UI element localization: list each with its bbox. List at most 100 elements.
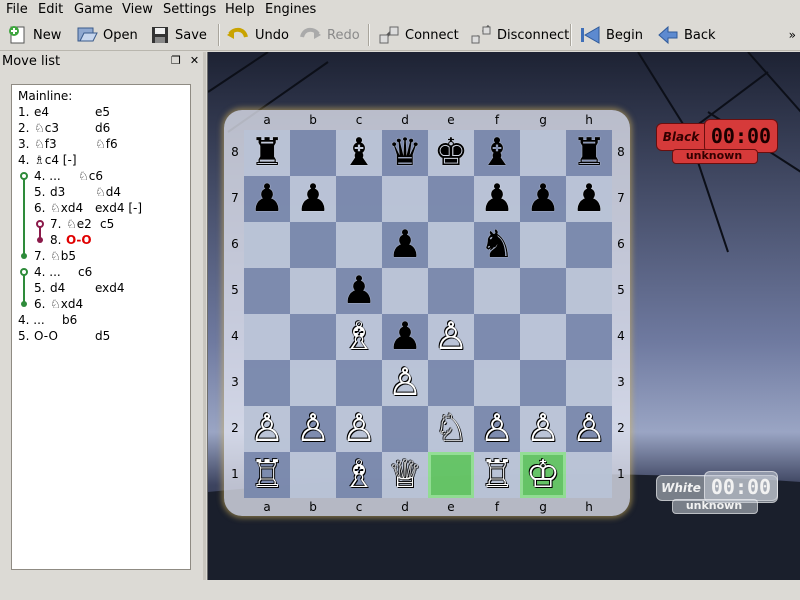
move-black[interactable]: d5 xyxy=(95,329,110,343)
piece-a7[interactable]: ♟ xyxy=(244,176,290,222)
square-g3[interactable] xyxy=(520,360,566,406)
piece-h7[interactable]: ♟ xyxy=(566,176,612,222)
move-black[interactable]: c5 xyxy=(100,217,114,231)
square-h6[interactable] xyxy=(566,222,612,268)
panel-splitter[interactable] xyxy=(203,52,206,580)
current-move[interactable]: O-O xyxy=(66,233,92,247)
menu-edit[interactable]: Edit xyxy=(38,2,63,17)
move-white[interactable]: e4 xyxy=(34,105,49,119)
menu-help[interactable]: Help xyxy=(225,2,255,17)
square-b8[interactable] xyxy=(290,130,336,176)
piece-f2[interactable]: ♙ xyxy=(474,406,520,452)
piece-f7[interactable]: ♟ xyxy=(474,176,520,222)
square-a3[interactable] xyxy=(244,360,290,406)
undo-button[interactable]: Undo xyxy=(226,23,289,47)
piece-h8[interactable]: ♜ xyxy=(566,130,612,176)
move-list[interactable]: Mainline: 1. e4 e5 2. ♘c3 d6 3. ♘f3 ♘f6 … xyxy=(11,84,191,570)
move-white[interactable]: ♘xd4 xyxy=(50,201,83,215)
move-white[interactable]: ♘xd4 xyxy=(50,297,83,311)
move-white[interactable]: O-O xyxy=(34,329,58,343)
move-black[interactable]: ♘f6 xyxy=(95,137,118,151)
square-d7[interactable] xyxy=(382,176,428,222)
redo-button[interactable]: Redo xyxy=(298,23,360,47)
move-black[interactable]: exd4 xyxy=(95,281,125,295)
piece-d4[interactable]: ♟ xyxy=(382,314,428,360)
toolbar-overflow-icon[interactable]: » xyxy=(789,28,796,42)
move-white[interactable]: d4 xyxy=(50,281,65,295)
square-e6[interactable] xyxy=(428,222,474,268)
move-white[interactable]: ♘c3 xyxy=(34,121,59,135)
piece-d3[interactable]: ♙ xyxy=(382,360,428,406)
square-e7[interactable] xyxy=(428,176,474,222)
square-e1[interactable] xyxy=(428,452,474,498)
square-c3[interactable] xyxy=(336,360,382,406)
square-c6[interactable] xyxy=(336,222,382,268)
square-e5[interactable] xyxy=(428,268,474,314)
close-panel-icon[interactable]: ✕ xyxy=(190,54,199,67)
move-white[interactable]: ♘b5 xyxy=(50,249,76,263)
menu-settings[interactable]: Settings xyxy=(163,2,216,17)
move-black[interactable]: ♘d4 xyxy=(95,185,121,199)
square-e3[interactable] xyxy=(428,360,474,406)
piece-b2[interactable]: ♙ xyxy=(290,406,336,452)
move-black[interactable]: exd4 [-] xyxy=(95,201,142,215)
square-a5[interactable] xyxy=(244,268,290,314)
square-b3[interactable] xyxy=(290,360,336,406)
move-white[interactable]: ♗c4 [-] xyxy=(34,153,77,167)
piece-f6[interactable]: ♞ xyxy=(474,222,520,268)
piece-f1[interactable]: ♖ xyxy=(474,452,520,498)
square-h5[interactable] xyxy=(566,268,612,314)
square-g5[interactable] xyxy=(520,268,566,314)
square-g4[interactable] xyxy=(520,314,566,360)
square-g8[interactable] xyxy=(520,130,566,176)
piece-e2[interactable]: ♘ xyxy=(428,406,474,452)
square-f3[interactable] xyxy=(474,360,520,406)
back-button[interactable]: Back xyxy=(657,23,716,47)
move-white[interactable]: d3 xyxy=(50,185,65,199)
float-panel-icon[interactable]: ❐ xyxy=(171,54,181,67)
begin-button[interactable]: Begin xyxy=(579,23,643,47)
move-black[interactable]: b6 xyxy=(62,313,77,327)
disconnect-button[interactable]: Disconnect xyxy=(470,23,569,47)
piece-e8[interactable]: ♚ xyxy=(428,130,474,176)
square-b4[interactable] xyxy=(290,314,336,360)
move-white[interactable]: ♘f3 xyxy=(34,137,57,151)
move-white[interactable]: ♘e2 xyxy=(66,217,92,231)
move-black[interactable]: ♘c6 xyxy=(78,169,103,183)
piece-f8[interactable]: ♝ xyxy=(474,130,520,176)
piece-d1[interactable]: ♕ xyxy=(382,452,428,498)
piece-a2[interactable]: ♙ xyxy=(244,406,290,452)
new-button[interactable]: New xyxy=(8,23,61,47)
piece-b7[interactable]: ♟ xyxy=(290,176,336,222)
piece-c8[interactable]: ♝ xyxy=(336,130,382,176)
square-d5[interactable] xyxy=(382,268,428,314)
save-button[interactable]: Save xyxy=(150,23,207,47)
piece-c1[interactable]: ♗ xyxy=(336,452,382,498)
square-g6[interactable] xyxy=(520,222,566,268)
open-button[interactable]: Open xyxy=(76,23,138,47)
square-a6[interactable] xyxy=(244,222,290,268)
menu-file[interactable]: File xyxy=(6,2,28,17)
square-h3[interactable] xyxy=(566,360,612,406)
square-b1[interactable] xyxy=(290,452,336,498)
square-a4[interactable] xyxy=(244,314,290,360)
piece-g2[interactable]: ♙ xyxy=(520,406,566,452)
piece-e4[interactable]: ♙ xyxy=(428,314,474,360)
piece-h2[interactable]: ♙ xyxy=(566,406,612,452)
piece-c4[interactable]: ♗ xyxy=(336,314,382,360)
piece-d6[interactable]: ♟ xyxy=(382,222,428,268)
piece-a1[interactable]: ♖ xyxy=(244,452,290,498)
square-h1[interactable] xyxy=(566,452,612,498)
menu-view[interactable]: View xyxy=(122,2,153,17)
move-black[interactable]: c6 xyxy=(78,265,92,279)
menu-engines[interactable]: Engines xyxy=(265,2,316,17)
piece-d8[interactable]: ♛ xyxy=(382,130,428,176)
square-b6[interactable] xyxy=(290,222,336,268)
square-h4[interactable] xyxy=(566,314,612,360)
piece-g7[interactable]: ♟ xyxy=(520,176,566,222)
piece-c5[interactable]: ♟ xyxy=(336,268,382,314)
piece-a8[interactable]: ♜ xyxy=(244,130,290,176)
square-b5[interactable] xyxy=(290,268,336,314)
menu-game[interactable]: Game xyxy=(74,2,113,17)
piece-c2[interactable]: ♙ xyxy=(336,406,382,452)
